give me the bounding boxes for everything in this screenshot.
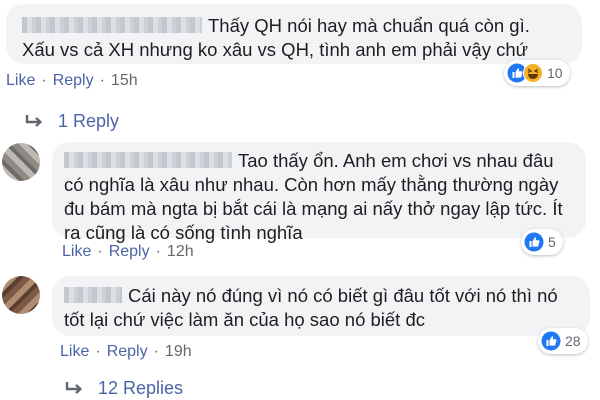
comment-bubble: Thấy QH nói hay mà chuẩn quá còn gì. Xấu… xyxy=(6,4,582,64)
avatar[interactable] xyxy=(2,276,40,314)
comment-timestamp[interactable]: 19h xyxy=(165,343,192,360)
commenter-name-blurred[interactable] xyxy=(22,17,202,33)
like-icon xyxy=(524,232,544,252)
reaction-summary[interactable]: 28 xyxy=(538,328,588,354)
reaction-summary[interactable]: 10 xyxy=(504,60,570,86)
view-replies-label: 1 Reply xyxy=(58,111,120,131)
comment-actions: Like · Reply · 15h xyxy=(6,72,138,89)
like-link[interactable]: Like xyxy=(6,72,35,89)
reaction-count: 5 xyxy=(548,234,556,250)
reply-link[interactable]: Reply xyxy=(53,72,94,89)
reaction-count: 28 xyxy=(565,333,581,349)
reply-link[interactable]: Reply xyxy=(109,243,150,260)
like-icon xyxy=(541,331,561,351)
comment-timestamp[interactable]: 15h xyxy=(111,72,138,89)
comment-actions: Like · Reply · 19h xyxy=(60,343,192,360)
view-replies-label: 12 Replies xyxy=(98,378,184,398)
commenter-name-blurred[interactable] xyxy=(64,287,122,303)
reply-arrow-icon xyxy=(65,381,82,394)
commenter-name-blurred[interactable] xyxy=(64,152,232,168)
view-replies-link[interactable]: 12 Replies xyxy=(64,378,183,399)
haha-icon xyxy=(523,63,543,83)
like-link[interactable]: Like xyxy=(60,343,89,360)
view-replies-link[interactable]: 1 Reply xyxy=(24,111,119,132)
comment-bubble: Tao thấy ổn. Anh em chơi vs nhau đâu có … xyxy=(52,142,586,243)
avatar[interactable] xyxy=(2,143,40,181)
reaction-summary[interactable]: 5 xyxy=(521,229,563,255)
reply-link[interactable]: Reply xyxy=(107,343,148,360)
comment-bubble: Cái này nó đúng vì nó có biết gì đâu tốt… xyxy=(52,276,590,336)
comment-actions: Like · Reply · 12h xyxy=(62,243,194,260)
reply-arrow-icon xyxy=(25,114,42,127)
comment-timestamp[interactable]: 12h xyxy=(167,243,194,260)
comment-text: Cái này nó đúng vì nó có biết gì đâu tốt… xyxy=(64,285,558,330)
like-link[interactable]: Like xyxy=(62,243,91,260)
reaction-count: 10 xyxy=(547,65,563,81)
